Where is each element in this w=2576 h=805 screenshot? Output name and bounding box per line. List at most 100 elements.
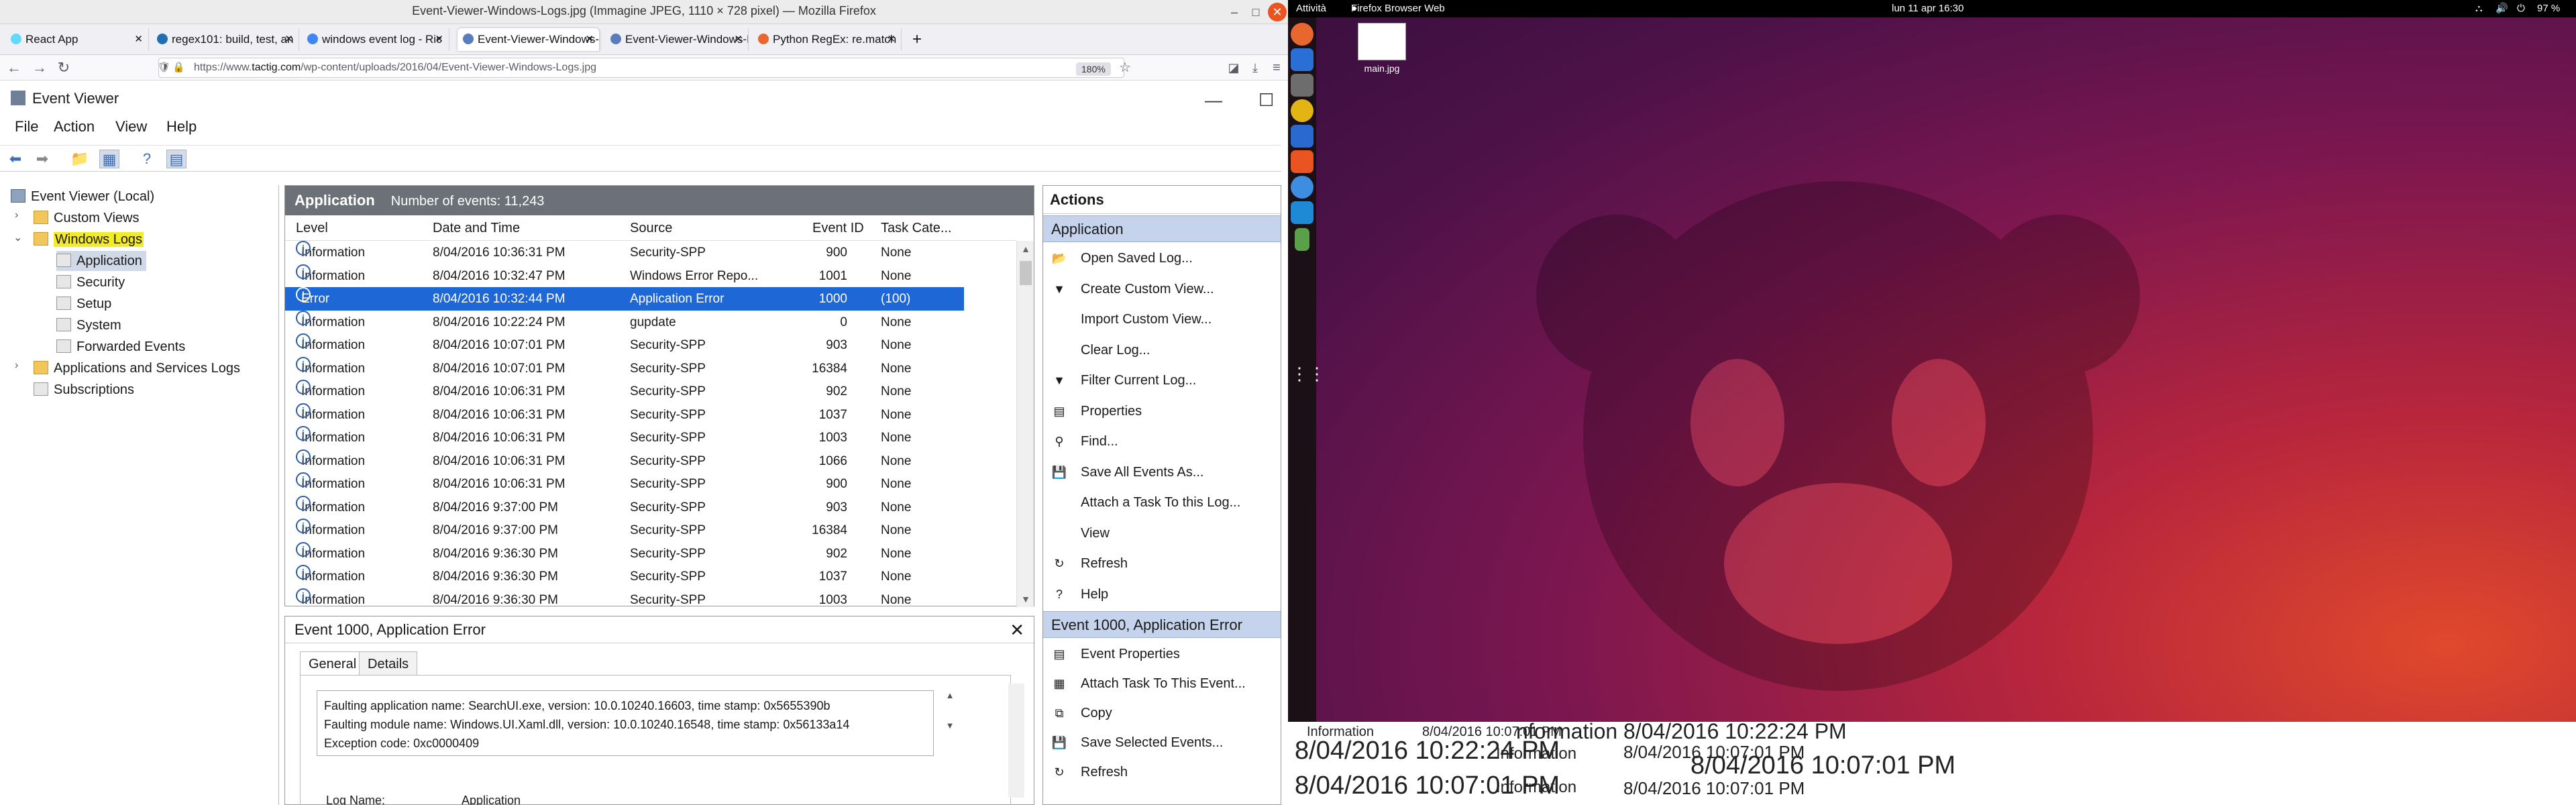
tree-log-forwarded[interactable]: Forwarded Events — [56, 337, 185, 357]
tree-custom-views[interactable]: Custom Views — [34, 208, 139, 228]
browser-tab-python-regex[interactable]: Python RegEx: re.match ✕ — [753, 28, 902, 51]
new-tab-button[interactable]: + — [907, 28, 930, 51]
menu-view[interactable]: View — [115, 118, 147, 136]
column-date-time[interactable]: Date and Time — [433, 215, 520, 241]
menu-file[interactable]: File — [15, 118, 38, 136]
tab-close-icon[interactable]: ✕ — [734, 28, 743, 51]
scroll-thumb[interactable] — [1020, 261, 1032, 285]
action-attach-task-event[interactable]: ▦ Attach Task To This Event... — [1043, 669, 1281, 698]
maximize-button[interactable]: □ — [1246, 3, 1265, 21]
lock-icon[interactable]: 🔒 — [172, 58, 185, 77]
browser-tab-event-viewer-active[interactable]: Event-Viewer-Windows-L ✕ — [458, 28, 600, 51]
scroll-up-icon[interactable]: ▲ — [1017, 244, 1034, 254]
expand-arrow-icon[interactable]: › — [15, 360, 18, 372]
event-row[interactable]: i Information 8/04/2016 10:06:31 PM Securit… — [285, 426, 964, 449]
battery-indicator[interactable]: 97 % — [2537, 0, 2560, 17]
detail-scrollbar[interactable] — [1008, 684, 1024, 798]
action-open-saved-log[interactable]: 📂 Open Saved Log... — [1043, 244, 1281, 273]
event-row[interactable]: i Information 8/04/2016 10:07:01 PM Securit… — [285, 333, 964, 357]
column-event-id[interactable]: Event ID — [812, 215, 864, 241]
activities-button[interactable]: Attività — [1296, 0, 1326, 17]
action-create-custom-view[interactable]: ▼ Create Custom View... — [1043, 274, 1281, 304]
clock[interactable]: lun 11 apr 16:30 — [1892, 0, 1964, 17]
event-row[interactable]: i Information 8/04/2016 10:06:31 PM Securit… — [285, 402, 964, 427]
action-view[interactable]: View — [1043, 519, 1281, 548]
back-arrow-icon[interactable]: ← — [4, 58, 24, 78]
tree-root[interactable]: Event Viewer (Local) — [11, 186, 154, 207]
desktop-file[interactable]: main.jpg — [1356, 23, 1407, 74]
browser-tab-search[interactable]: windows event log - Ric ✕ — [302, 28, 449, 51]
firefox-dock-icon[interactable] — [1291, 23, 1313, 46]
tab-close-icon[interactable]: ✕ — [585, 28, 594, 51]
event-description[interactable]: Faulting application name: SearchUI.exe,… — [317, 690, 934, 756]
action-import-custom-view[interactable]: Import Custom View... — [1043, 305, 1281, 334]
event-row[interactable]: i Information 8/04/2016 10:07:01 PM Securit… — [285, 356, 964, 380]
tab-close-icon[interactable]: ✕ — [435, 28, 443, 51]
event-list-scrollbar[interactable]: ▲ ▼ — [1016, 241, 1034, 607]
menu-action[interactable]: Action — [54, 118, 95, 136]
action-save-selected-events[interactable]: 💾 Save Selected Events... — [1043, 728, 1281, 757]
console-tree-icon[interactable]: ▦ — [99, 150, 119, 168]
action-find[interactable]: ⚲ Find... — [1043, 427, 1281, 456]
forward-icon[interactable]: ➡ — [32, 150, 52, 168]
forward-arrow-icon[interactable]: → — [30, 58, 50, 78]
collapse-arrow-icon[interactable]: ⌄ — [13, 231, 22, 244]
event-row[interactable]: i Information 8/04/2016 9:36:30 PM Security… — [285, 541, 964, 566]
files-dock-icon[interactable] — [1291, 74, 1313, 97]
menu-icon[interactable]: ≡ — [1267, 58, 1287, 78]
bookmark-star-icon[interactable]: ☆ — [1115, 58, 1135, 78]
apps-grid-icon[interactable]: ⋮⋮ — [1291, 362, 1326, 385]
action-clear-log[interactable]: Clear Log... — [1043, 335, 1281, 365]
back-icon[interactable]: ⬅ — [5, 150, 25, 168]
trash-dock-icon[interactable] — [1295, 228, 1309, 251]
expand-arrow-icon[interactable]: › — [15, 209, 18, 221]
reload-icon[interactable]: ↻ — [54, 58, 74, 78]
close-button[interactable]: ✕ — [1268, 3, 1287, 21]
action-event-properties[interactable]: ▤ Event Properties — [1043, 639, 1281, 669]
tab-close-icon[interactable]: ✕ — [134, 28, 143, 51]
actions-section-application[interactable]: Application — [1043, 215, 1281, 242]
software-dock-icon[interactable] — [1291, 150, 1313, 173]
action-filter-current-log[interactable]: ▼ Filter Current Log... — [1043, 366, 1281, 395]
vscode-dock-icon[interactable] — [1291, 201, 1313, 224]
writer-dock-icon[interactable] — [1291, 125, 1313, 148]
event-row[interactable]: i Information 8/04/2016 10:36:31 PM Securit… — [285, 241, 964, 264]
url-bar[interactable]: 🛡 🔒 https://www.tactig.com/wp-content/up… — [158, 58, 1124, 78]
description-scrollbar[interactable]: ▲ ▼ — [943, 690, 957, 756]
help-icon[interactable]: ? — [137, 150, 157, 168]
scroll-down-icon[interactable]: ▼ — [1017, 594, 1034, 604]
action-save-all-events[interactable]: 💾 Save All Events As... — [1043, 458, 1281, 487]
close-icon[interactable]: ✕ — [1010, 616, 1024, 643]
tree-windows-logs[interactable]: Windows Logs — [34, 229, 144, 250]
event-row[interactable]: i Information 8/04/2016 10:06:31 PM Securit… — [285, 449, 964, 473]
actions-section-event[interactable]: Event 1000, Application Error — [1043, 611, 1281, 638]
column-source[interactable]: Source — [630, 215, 672, 241]
tree-log-application[interactable]: Application — [56, 251, 146, 271]
tree-apps-services[interactable]: Applications and Services Logs — [34, 358, 240, 378]
event-row[interactable]: ! Error 8/04/2016 10:32:44 PM Application E… — [285, 287, 964, 311]
tree-subscriptions[interactable]: Subscriptions — [34, 380, 134, 400]
tree-log-system[interactable]: System — [56, 315, 121, 335]
action-pane-icon[interactable]: ▤ — [166, 150, 186, 168]
event-row[interactable]: i Information 8/04/2016 10:22:24 PM gupdate… — [285, 310, 964, 334]
event-row[interactable]: i Information 8/04/2016 9:36:30 PM Security… — [285, 588, 964, 608]
column-task-category[interactable]: Task Cate... — [881, 215, 952, 241]
folder-icon[interactable]: 📁 — [70, 150, 90, 168]
power-icon[interactable]: ⏻ — [2517, 0, 2525, 17]
action-properties[interactable]: ▤ Properties — [1043, 396, 1281, 426]
action-copy[interactable]: ⧉ Copy — [1043, 698, 1281, 728]
event-row[interactable]: i Information 8/04/2016 10:06:31 PM Securit… — [285, 472, 964, 496]
menu-help[interactable]: Help — [166, 118, 197, 136]
tab-close-icon[interactable]: ✕ — [284, 28, 293, 51]
browser-tab-event-viewer[interactable]: Event-Viewer-Windows-L ✕ — [605, 28, 749, 51]
tab-general[interactable]: General — [300, 651, 366, 676]
help-dock-icon[interactable] — [1291, 176, 1313, 199]
event-row[interactable]: i Information 8/04/2016 10:32:47 PM Windows… — [285, 264, 964, 288]
pocket-icon[interactable]: ◪ — [1224, 58, 1244, 78]
downloads-icon[interactable]: ⤓ — [1245, 58, 1265, 78]
action-help[interactable]: ? Help — [1043, 580, 1281, 609]
browser-tab-regex101[interactable]: regex101: build, test, an ✕ — [152, 28, 299, 51]
network-icon[interactable]: ⛬ — [2475, 0, 2483, 17]
event-row[interactable]: i Information 8/04/2016 9:36:30 PM Security… — [285, 565, 964, 588]
volume-icon[interactable]: 🔊 — [2496, 0, 2508, 17]
